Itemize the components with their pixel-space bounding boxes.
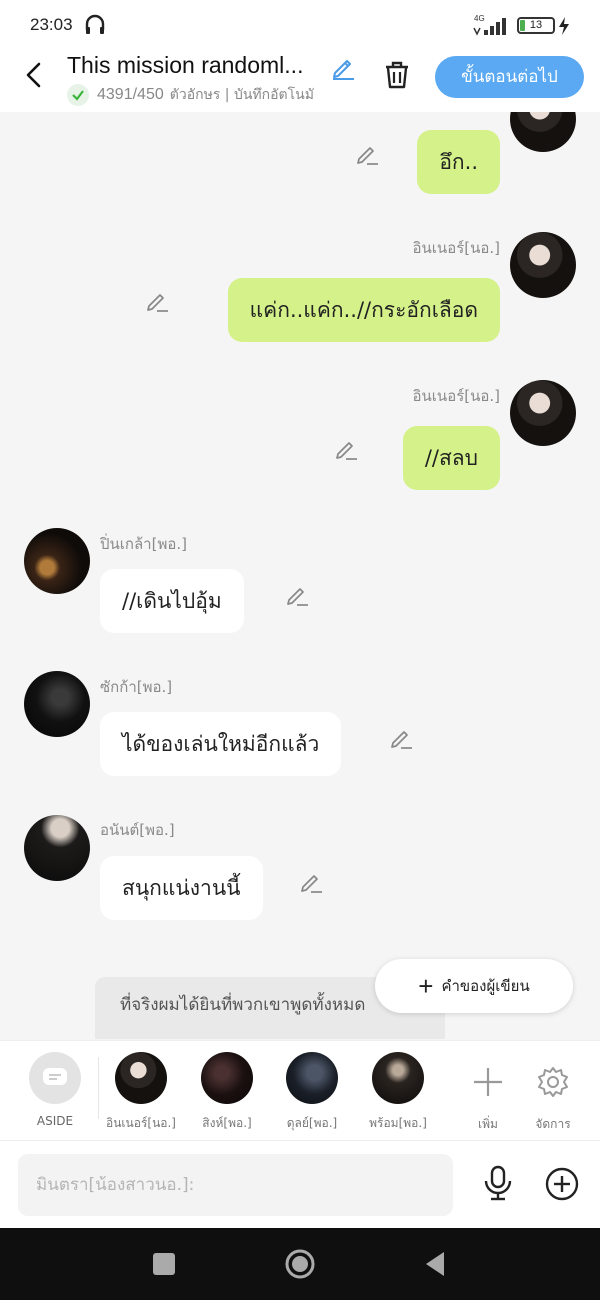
chat-area[interactable]: อึก.. อินเนอร์[นอ.] แค่ก..แค่ก..//กระอัก…	[0, 112, 600, 1040]
microphone-icon[interactable]	[482, 1165, 514, 1201]
character-item[interactable]: อินเนอร์[นอ.]	[105, 1052, 177, 1133]
battery-icon: 13	[517, 17, 555, 34]
edit-message-icon[interactable]	[389, 725, 413, 749]
character-label: ดุลย์[พอ.]	[286, 1116, 338, 1130]
chat-bubble-icon	[43, 1068, 67, 1085]
message-bubble[interactable]: แค่ก..แค่ก..//กระอักเลือด	[227, 278, 500, 342]
author-note-label: คำของผู้เขียน	[441, 977, 530, 995]
header: This mission randoml... 4391/450 ตัวอักษ…	[0, 50, 600, 112]
sender-name: อนันต์[พอ.]	[100, 821, 175, 839]
home-icon[interactable]	[284, 1248, 316, 1280]
manage-label: จัดการ	[535, 1117, 571, 1131]
divider	[98, 1057, 99, 1119]
avatar[interactable]	[510, 112, 576, 152]
recent-apps-icon[interactable]	[148, 1248, 180, 1280]
system-nav-bar	[0, 1228, 600, 1300]
edit-message-icon[interactable]	[145, 288, 169, 312]
sender-name: อินเนอร์[นอ.]	[412, 239, 500, 257]
sender-name: อินเนอร์[นอ.]	[412, 387, 500, 405]
check-icon	[67, 84, 89, 106]
avatar[interactable]	[510, 232, 576, 298]
message-bubble[interactable]: สนุกแน่งานนี้	[100, 856, 263, 920]
gear-icon	[538, 1067, 568, 1097]
status-bar: 23:03 4G 13	[0, 0, 600, 50]
aside-label: ASIDE	[36, 1114, 74, 1128]
edit-message-icon[interactable]	[299, 869, 323, 893]
next-step-button[interactable]: ขั้นตอนต่อไป	[435, 56, 584, 98]
edit-title-icon[interactable]	[330, 54, 356, 80]
avatar[interactable]	[510, 380, 576, 446]
character-bar: ASIDE อินเนอร์[นอ.] สิงห์[พอ.] ดุลย์[พอ.…	[0, 1040, 600, 1140]
sender-name: ซักก้า[พอ.]	[100, 678, 173, 696]
trash-icon[interactable]	[383, 60, 411, 90]
plus-icon: +	[418, 970, 434, 1001]
page-title: This mission randoml...	[67, 52, 304, 78]
avatar[interactable]	[24, 528, 90, 594]
character-item[interactable]: ดุลย์[พอ.]	[279, 1052, 345, 1133]
back-arrow-icon[interactable]	[20, 60, 48, 90]
plus-icon	[474, 1068, 502, 1096]
add-circle-icon[interactable]	[545, 1167, 579, 1201]
avatar	[201, 1052, 253, 1104]
message-bubble[interactable]: ได้ของเล่นใหม่อีกแล้ว	[100, 712, 342, 776]
save-status: ตัวอักษร | บันทึกอัตโนมั	[169, 87, 314, 103]
message-bubble[interactable]: //สลบ	[402, 426, 500, 490]
manage-button[interactable]: จัดการ	[528, 1052, 578, 1134]
aside-button[interactable]: ASIDE	[28, 1052, 82, 1128]
signal-icon	[473, 18, 506, 36]
subtitle: 4391/450 ตัวอักษร | บันทึกอัตโนมั	[67, 84, 314, 106]
input-area	[0, 1140, 600, 1228]
aside-icon-wrap	[29, 1052, 81, 1104]
battery-level: 13	[529, 19, 543, 31]
charging-icon	[559, 17, 569, 35]
sender-name: ปิ่นเกล้า[พอ.]	[100, 535, 187, 553]
character-label: อินเนอร์[นอ.]	[106, 1116, 176, 1130]
character-item[interactable]: พร้อม[พอ.]	[362, 1052, 434, 1133]
character-item[interactable]: สิงห์[พอ.]	[193, 1052, 261, 1133]
add-label: เพิ่ม	[478, 1117, 498, 1131]
add-character-button[interactable]: เพิ่ม	[468, 1052, 508, 1134]
character-label: สิงห์[พอ.]	[202, 1116, 252, 1130]
edit-message-icon[interactable]	[334, 436, 358, 460]
message-bubble[interactable]: อึก..	[417, 130, 500, 194]
avatar	[372, 1052, 424, 1104]
author-note-button[interactable]: + คำของผู้เขียน	[375, 959, 573, 1013]
status-time: 23:03	[30, 15, 73, 34]
message-input[interactable]	[18, 1154, 453, 1216]
avatar	[286, 1052, 338, 1104]
edit-message-icon[interactable]	[285, 582, 309, 606]
char-count: 4391/450	[97, 86, 164, 103]
back-icon[interactable]	[420, 1248, 452, 1280]
headphones-icon	[85, 14, 105, 34]
avatar[interactable]	[24, 815, 90, 881]
avatar	[115, 1052, 167, 1104]
message-bubble[interactable]: //เดินไปอุ้ม	[100, 569, 244, 633]
avatar[interactable]	[24, 671, 90, 737]
edit-message-icon[interactable]	[355, 141, 379, 165]
character-label: พร้อม[พอ.]	[369, 1116, 427, 1130]
